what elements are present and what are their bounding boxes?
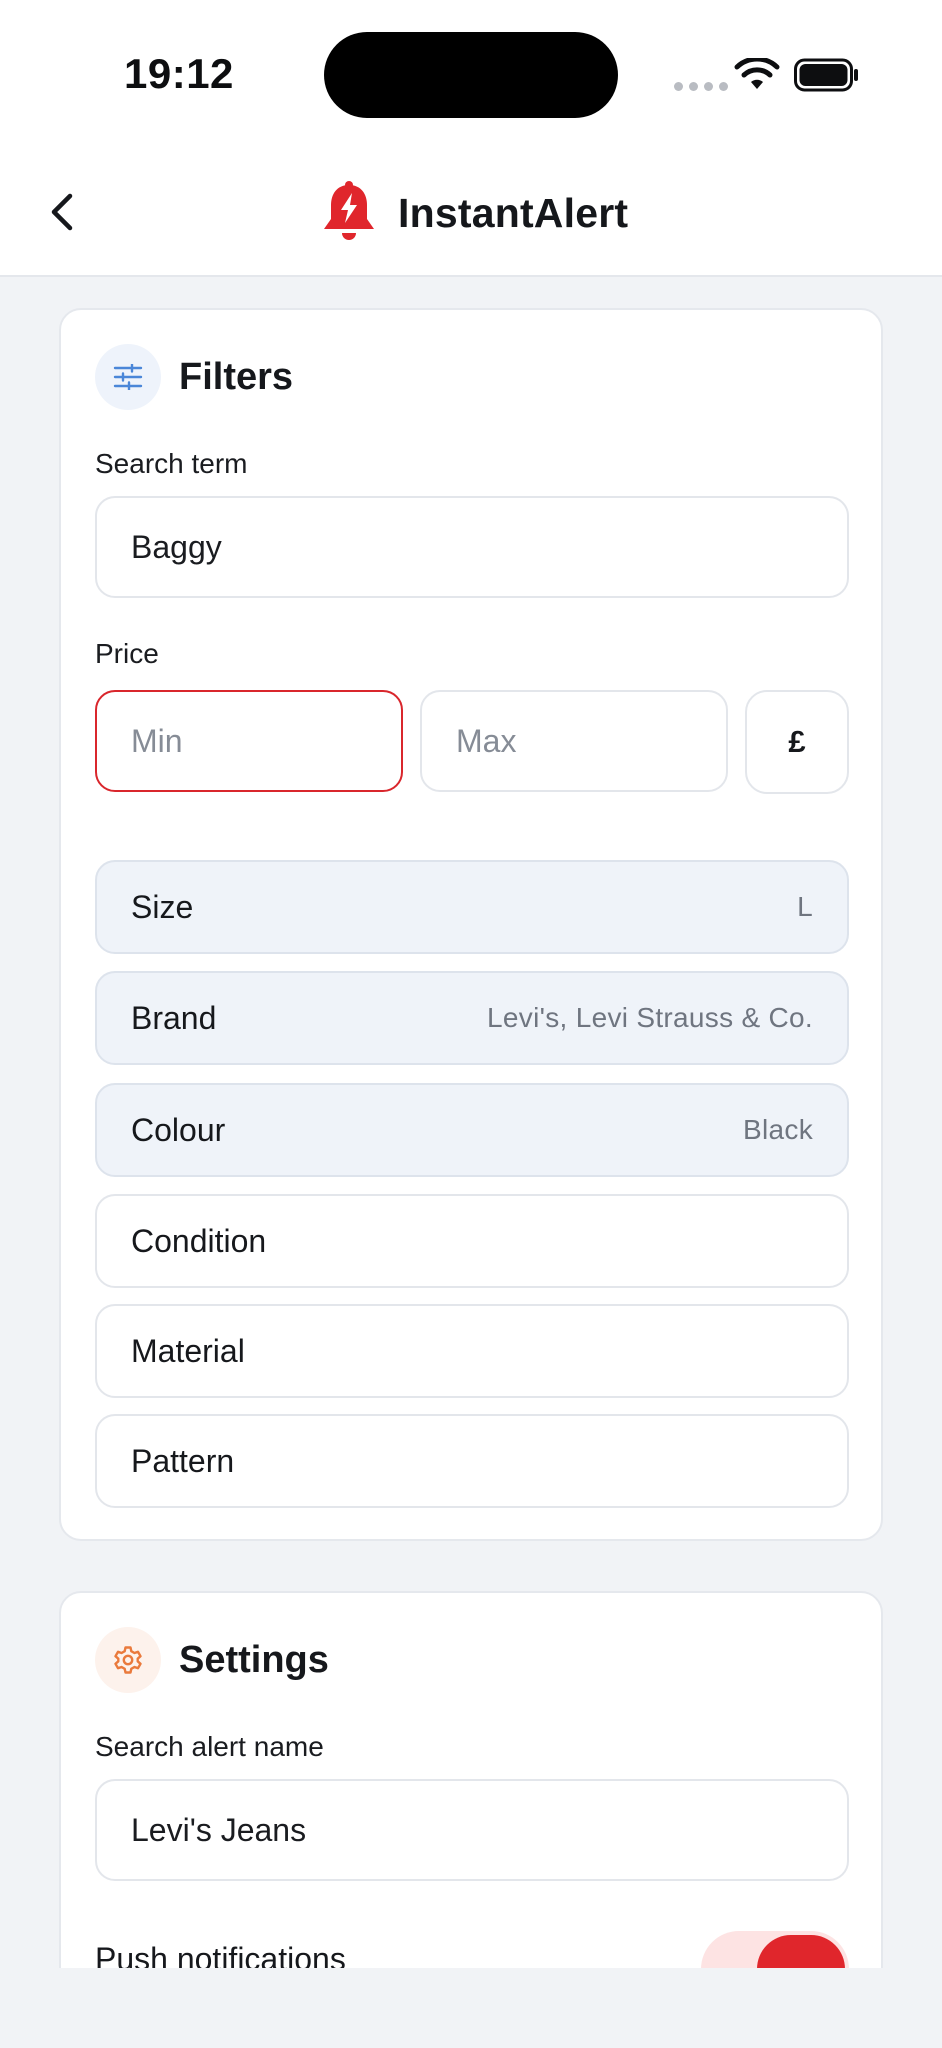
- alert-name-label: Search alert name: [95, 1731, 324, 1762]
- material-label: Material: [131, 1332, 245, 1369]
- colour-label: Colour: [131, 1111, 226, 1148]
- condition-label: Condition: [131, 1222, 267, 1259]
- nav-bar: InstantAlert: [0, 150, 942, 277]
- filters-title: Filters: [179, 355, 294, 398]
- status-time: 19:12: [124, 50, 234, 97]
- sliders-icon: [95, 344, 161, 410]
- dynamic-island: [324, 32, 618, 118]
- settings-title: Settings: [179, 1638, 329, 1681]
- filters-card: Filters Search term Price £ Size L Brand…: [59, 308, 883, 1541]
- app-title: InstantAlert: [398, 189, 629, 236]
- status-bar: 19:12: [0, 0, 942, 150]
- bottom-safe-area: [0, 1968, 942, 2048]
- search-term-label: Search term: [95, 448, 248, 479]
- brand: InstantAlert: [320, 178, 628, 248]
- filters-header: Filters: [95, 344, 293, 410]
- size-value: L: [797, 891, 813, 922]
- price-min-input[interactable]: [95, 690, 403, 792]
- size-label: Size: [131, 888, 194, 925]
- price-label: Price: [95, 638, 159, 669]
- price-row: £: [95, 690, 849, 794]
- pattern-label: Pattern: [131, 1442, 235, 1479]
- alert-name-input[interactable]: [95, 1779, 849, 1881]
- search-term-input[interactable]: [95, 496, 849, 598]
- chevron-left-icon: [51, 193, 73, 231]
- screen: 19:12 InstantAlert Filters Search term B…: [0, 0, 942, 2048]
- cellular-signal-icon: [674, 82, 728, 91]
- size-row[interactable]: Size L: [95, 860, 849, 954]
- condition-row[interactable]: Condition: [95, 1194, 849, 1288]
- pattern-row[interactable]: Pattern: [95, 1414, 849, 1508]
- currency-button[interactable]: £: [745, 690, 849, 794]
- colour-row[interactable]: Colour Black: [95, 1083, 849, 1177]
- colour-value: Black: [743, 1114, 813, 1145]
- settings-header: Settings: [95, 1627, 329, 1693]
- price-max-input[interactable]: [420, 690, 728, 792]
- gear-icon: [95, 1627, 161, 1693]
- material-row[interactable]: Material: [95, 1304, 849, 1398]
- brand-label: Brand: [131, 999, 217, 1036]
- bell-bolt-icon: [324, 181, 374, 240]
- back-button[interactable]: [38, 182, 86, 242]
- brand-row[interactable]: Brand Levi's, Levi Strauss & Co.: [95, 971, 849, 1065]
- battery-icon: [794, 58, 858, 92]
- brand-value: Levi's, Levi Strauss & Co.: [487, 1002, 813, 1033]
- wifi-icon: [734, 58, 780, 89]
